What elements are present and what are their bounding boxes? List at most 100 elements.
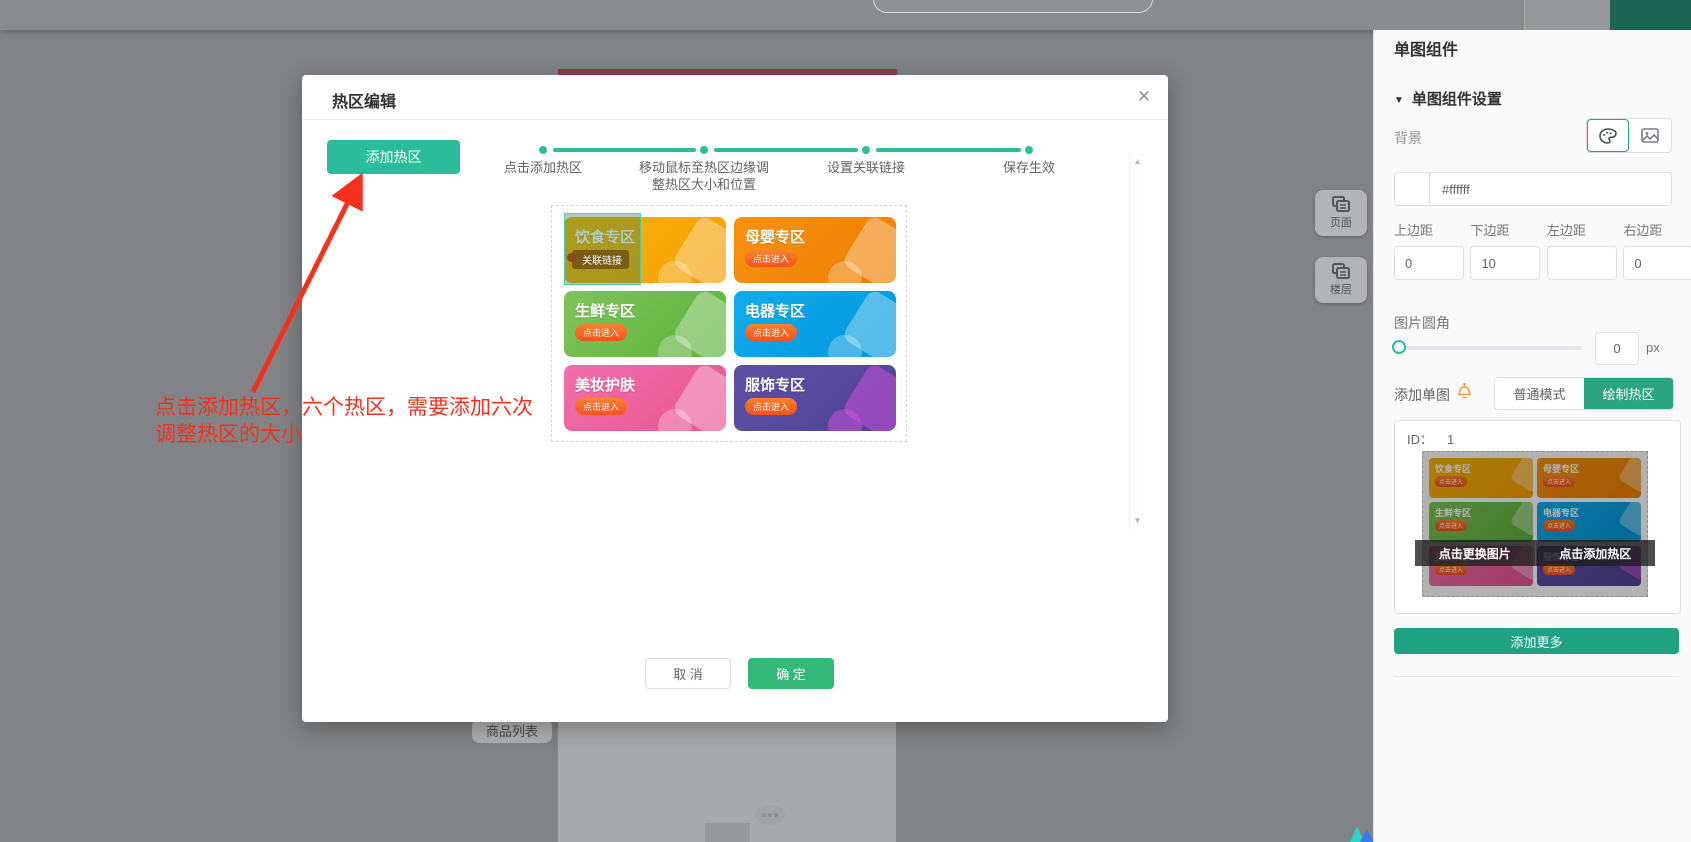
add-hotspot-button[interactable]: 添加热区 xyxy=(327,140,460,174)
spacing-top-label: 上边距 xyxy=(1394,220,1458,239)
add-hotspot-thumb-button[interactable]: 点击添加热区 xyxy=(1536,540,1656,566)
draw-hotspot-mode-button[interactable]: 绘制热区 xyxy=(1584,378,1673,409)
tile-fresh[interactable]: 生鲜专区 点击进入 xyxy=(564,291,726,357)
chat-bubble-icon xyxy=(755,805,785,825)
tile-food[interactable]: 饮食专区 关联链接 xyxy=(564,217,726,283)
annotation-line-1: 点击添加热区，六个热区，需要添加六次 xyxy=(155,394,533,421)
tile-grid: 饮食专区 关联链接 母婴专区 点击进入 生鲜专区 xyxy=(564,217,894,431)
tile-beauty[interactable]: 美妆护肤 点击进入 xyxy=(564,365,726,431)
background-label: 背景 xyxy=(1394,128,1422,148)
component-settings-sidebar: 单图组件 ▼单图组件设置 背景 #ffffff 上边距 下边距 左边距 右边距 … xyxy=(1373,30,1691,842)
step-label-3: 设置关联链接 xyxy=(781,159,951,176)
background-color-row: #ffffff xyxy=(1394,172,1672,206)
normal-mode-button[interactable]: 普通模式 xyxy=(1495,378,1584,409)
tile-label: 母婴专区 xyxy=(745,226,805,247)
spacing-right-label: 右边距 xyxy=(1623,220,1687,239)
spacing-fields: 上边距 下边距 左边距 右边距 xyxy=(1394,220,1687,280)
component-card: ID：1 饮食专区点击进入 母婴专区点击进入 生鲜专区点击进入 电器专区点击进入… xyxy=(1394,420,1681,614)
tile-badge: 点击进入 xyxy=(745,250,797,267)
spacing-bottom-input[interactable] xyxy=(1470,246,1540,280)
tile-appliance[interactable]: 电器专区 点击进入 xyxy=(734,291,896,357)
color-swatch[interactable] xyxy=(1394,172,1430,206)
image-icon xyxy=(1641,128,1659,143)
tile-clothing[interactable]: 服饰专区 点击进入 xyxy=(734,365,896,431)
assistant-logo-icon[interactable] xyxy=(1348,824,1376,842)
page: 商品列表 页面 楼层 热区编辑 ✕ 添加热区 点击添加热区 移动鼠标至热区边缘调… xyxy=(0,0,1691,842)
floor-layers-button[interactable]: 楼层 xyxy=(1315,257,1367,303)
step-line xyxy=(553,148,696,152)
component-id-row: ID： 1 xyxy=(1407,429,1454,448)
step-dot-4 xyxy=(1025,146,1033,154)
step-label-4: 保存生效 xyxy=(944,159,1114,176)
spacing-right-input[interactable] xyxy=(1623,246,1691,280)
background-type-toggle xyxy=(1586,118,1672,153)
change-image-button[interactable]: 点击更换图片 xyxy=(1415,540,1536,566)
tile-badge: 点击进入 xyxy=(575,324,627,341)
thumbnail-actions: 点击更换图片 点击添加热区 xyxy=(1415,540,1655,566)
tile-badge: 点击进入 xyxy=(575,398,627,415)
layers-icon xyxy=(1332,196,1350,212)
image-mode-button[interactable] xyxy=(1629,119,1671,152)
sidebar-title: 单图组件 xyxy=(1394,36,1458,60)
page-layers-button[interactable]: 页面 xyxy=(1315,190,1367,236)
hotspot-selection-box[interactable]: 关联链接 xyxy=(564,213,641,285)
caret-down-icon: ▼ xyxy=(1394,95,1404,106)
image-radius-label: 图片圆角 xyxy=(1394,313,1450,333)
step-label-2: 移动鼠标至热区边缘调整热区大小和位置 xyxy=(619,159,789,193)
thumbnail-dim-overlay xyxy=(1422,451,1648,597)
spacing-left-label: 左边距 xyxy=(1547,220,1611,239)
page-layers-label: 页面 xyxy=(1330,214,1352,230)
tile-badge: 点击进入 xyxy=(745,324,797,341)
toolbar-button-group[interactable] xyxy=(1524,0,1611,30)
scrollbar[interactable]: ▲ ▼ xyxy=(1129,154,1145,530)
radius-unit-label: px xyxy=(1646,340,1660,355)
scroll-down-icon[interactable]: ▼ xyxy=(1133,516,1142,525)
separator xyxy=(1394,676,1679,677)
preview-placeholder-block xyxy=(705,823,750,842)
step-dot-1 xyxy=(539,146,547,154)
tile-baby[interactable]: 母婴专区 点击进入 xyxy=(734,217,896,283)
step-line xyxy=(714,148,858,152)
step-dot-3 xyxy=(862,146,870,154)
hotspot-handle-dot[interactable] xyxy=(567,253,576,262)
radius-slider-handle[interactable] xyxy=(1392,340,1406,354)
mode-toggle: 普通模式 绘制热区 xyxy=(1494,377,1674,410)
id-label: ID： xyxy=(1407,432,1433,447)
cancel-button[interactable]: 取 消 xyxy=(645,658,731,689)
annotation-line-2: 调整热区的大小 xyxy=(155,421,533,448)
scroll-up-icon[interactable]: ▲ xyxy=(1133,157,1142,166)
radius-slider-track[interactable] xyxy=(1396,346,1582,350)
tile-badge: 点击进入 xyxy=(745,398,797,415)
step-line xyxy=(876,148,1021,152)
step-label-1: 点击添加热区 xyxy=(458,159,628,176)
color-mode-button[interactable] xyxy=(1587,119,1629,152)
annotation-text: 点击添加热区，六个热区，需要添加六次 调整热区的大小 xyxy=(155,394,533,448)
toolbar-input[interactable] xyxy=(873,0,1153,13)
add-more-button[interactable]: 添加更多 xyxy=(1394,628,1679,654)
confirm-button[interactable]: 确 定 xyxy=(748,658,834,689)
alarm-bell-icon xyxy=(1456,382,1473,399)
image-frame: 饮食专区 关联链接 母婴专区 点击进入 生鲜专区 xyxy=(551,205,907,442)
image-scroll-area: 饮食专区 关联链接 母婴专区 点击进入 生鲜专区 xyxy=(551,201,1151,581)
spacing-left-input[interactable] xyxy=(1547,246,1617,280)
close-icon[interactable]: ✕ xyxy=(1130,83,1158,111)
toolbar-save-button[interactable] xyxy=(1610,0,1691,30)
dialog-title: 热区编辑 xyxy=(332,88,396,112)
tile-label: 生鲜专区 xyxy=(575,300,635,321)
step-dot-2 xyxy=(700,146,708,154)
tile-label: 美妆护肤 xyxy=(575,374,635,395)
floor-layers-label: 楼层 xyxy=(1330,281,1352,297)
radius-value-field[interactable]: 0 xyxy=(1595,332,1639,365)
palette-icon xyxy=(1599,128,1617,144)
spacing-bottom-label: 下边距 xyxy=(1470,220,1534,239)
spacing-top-input[interactable] xyxy=(1394,246,1464,280)
top-toolbar xyxy=(0,0,1691,30)
add-image-label: 添加单图 xyxy=(1394,385,1450,405)
layers-icon xyxy=(1332,263,1350,279)
settings-section-header[interactable]: ▼单图组件设置 xyxy=(1394,88,1502,109)
tile-label: 电器专区 xyxy=(745,300,805,321)
color-value-field[interactable]: #ffffff xyxy=(1430,172,1672,206)
tile-label: 服饰专区 xyxy=(745,374,805,395)
id-value: 1 xyxy=(1447,432,1454,447)
hotspot-link-chip[interactable]: 关联链接 xyxy=(572,250,629,269)
